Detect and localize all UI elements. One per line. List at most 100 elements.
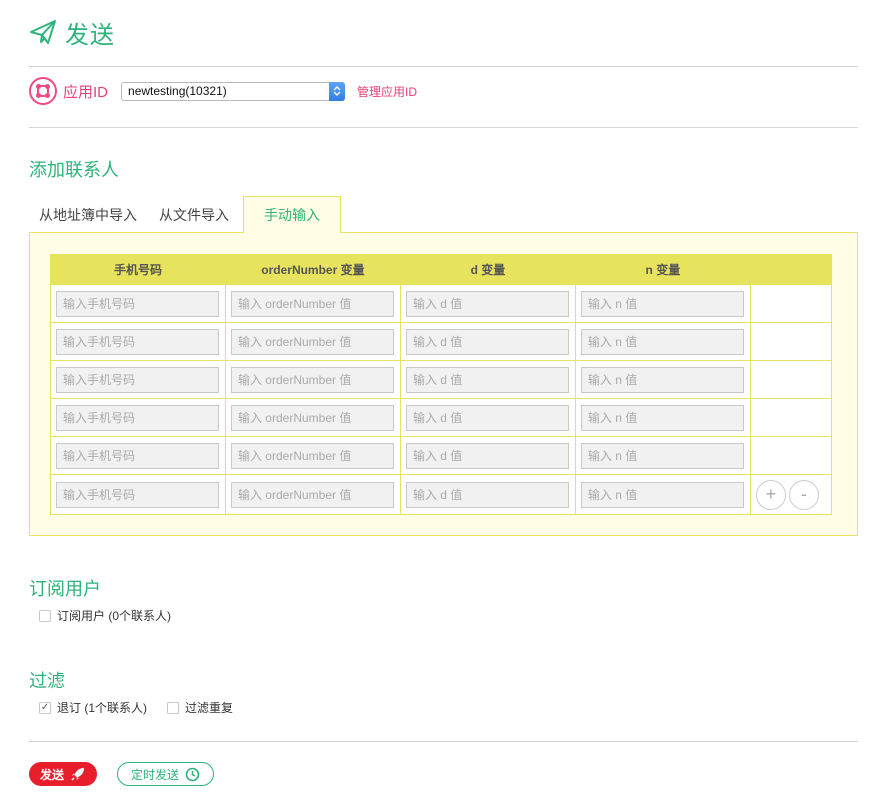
manage-app-id-link[interactable]: 管理应用ID [357, 83, 417, 100]
table-cell: 输入 d 值 [399, 474, 576, 515]
page-header: 发送 [29, 14, 115, 50]
remove-row-button[interactable]: - [788, 479, 819, 510]
phone-input[interactable]: 输入手机号码 [56, 366, 219, 393]
table-cell: 输入 orderNumber 值 [224, 436, 401, 475]
n-value-input[interactable]: 输入 n 值 [580, 442, 744, 469]
subscribers-checkbox[interactable] [39, 609, 51, 622]
app-id-select[interactable]: newtesting(10321) [121, 81, 346, 101]
unsubscribed-checkbox-label: 退订 (1个联系人) [57, 701, 148, 715]
table-cell: 输入 n 值 [574, 436, 751, 475]
phone-input[interactable]: 输入手机号码 [56, 328, 219, 355]
dedupe-checkbox-label: 过滤重复 [185, 701, 234, 715]
table-cell: 输入 n 值 [574, 360, 751, 399]
row-actions-cell [749, 360, 833, 399]
table-row: 输入手机号码 输入 orderNumber 值输入 d 值输入 n 值 [50, 436, 833, 475]
table-row: 输入手机号码 输入 orderNumber 值输入 d 值输入 n 值 [50, 360, 833, 399]
send-button-label: 发送 [39, 767, 64, 782]
rocket-icon [71, 768, 84, 781]
row-actions-cell [749, 436, 833, 475]
table-row: 输入手机号码 输入 orderNumber 值输入 d 值输入 n 值 [50, 398, 833, 437]
n-value-input[interactable]: 输入 n 值 [580, 290, 744, 317]
row-actions-cell: + - [749, 474, 833, 515]
table-cell: 输入手机号码 [50, 284, 226, 323]
row-actions-cell [749, 322, 833, 361]
table-row: 输入手机号码 输入 orderNumber 值输入 d 值输入 n 值 + - [50, 474, 833, 515]
column-header-d: d 变量 [399, 254, 576, 285]
d-value-input[interactable]: 输入 d 值 [405, 328, 569, 355]
ordernumber-input[interactable]: 输入 orderNumber 值 [230, 366, 394, 393]
divider [29, 741, 858, 742]
clock-icon [185, 767, 200, 781]
row-actions-cell [749, 398, 833, 437]
select-arrows-icon[interactable] [329, 81, 346, 101]
subscribers-option[interactable]: 订阅用户 (0个联系人) [39, 607, 171, 624]
table-header-row: 手机号码 orderNumber 变量 d 变量 n 变量 [50, 254, 833, 285]
schedule-send-label: 定时发送 [130, 767, 179, 782]
table-cell: 输入 n 值 [574, 398, 751, 437]
d-value-input[interactable]: 输入 d 值 [405, 442, 569, 469]
d-value-input[interactable]: 输入 d 值 [405, 404, 569, 431]
table-cell: 输入 d 值 [399, 436, 576, 475]
add-row-button[interactable]: + [755, 479, 786, 510]
tab-address-book[interactable]: 从地址簿中导入 [39, 196, 137, 233]
table-cell: 输入 n 值 [574, 322, 751, 361]
phone-input[interactable]: 输入手机号码 [56, 481, 219, 508]
table-row: 输入手机号码 输入 orderNumber 值输入 d 值输入 n 值 [50, 284, 833, 323]
table-cell: 输入 orderNumber 值 [224, 360, 401, 399]
d-value-input[interactable]: 输入 d 值 [405, 481, 569, 508]
table-cell: 输入 orderNumber 值 [224, 284, 401, 323]
dedupe-checkbox[interactable] [167, 701, 180, 714]
column-header-n: n 变量 [574, 254, 751, 285]
divider [29, 127, 858, 128]
contacts-table: 手机号码 orderNumber 变量 d 变量 n 变量 输入手机号码 输入 o… [50, 254, 833, 515]
ordernumber-input[interactable]: 输入 orderNumber 值 [230, 328, 394, 355]
ordernumber-input[interactable]: 输入 orderNumber 值 [230, 442, 394, 469]
table-cell: 输入手机号码 [50, 360, 226, 399]
import-tabs: 从地址簿中导入 从文件导入 手动输入 [29, 196, 341, 233]
ordernumber-input[interactable]: 输入 orderNumber 值 [230, 404, 394, 431]
filter-options: ✓ 退订 (1个联系人) 过滤重复 [39, 699, 233, 716]
table-row: 输入手机号码 输入 orderNumber 值输入 d 值输入 n 值 [50, 322, 833, 361]
table-cell: 输入 d 值 [399, 360, 576, 399]
table-cell: 输入 orderNumber 值 [224, 398, 401, 437]
filter-title: 过滤 [29, 671, 65, 691]
table-cell: 输入手机号码 [50, 436, 226, 475]
table-cell: 输入 n 值 [574, 474, 751, 515]
page-title: 发送 [65, 21, 115, 49]
tab-file-import[interactable]: 从文件导入 [159, 196, 229, 233]
table-cell: 输入手机号码 [50, 474, 226, 515]
column-header-phone: 手机号码 [50, 254, 226, 285]
n-value-input[interactable]: 输入 n 值 [580, 404, 744, 431]
n-value-input[interactable]: 输入 n 值 [580, 328, 744, 355]
ordernumber-input[interactable]: 输入 orderNumber 值 [230, 481, 394, 508]
send-button[interactable]: 发送 [29, 762, 97, 786]
d-value-input[interactable]: 输入 d 值 [405, 290, 569, 317]
phone-input[interactable]: 输入手机号码 [56, 442, 219, 469]
d-value-input[interactable]: 输入 d 值 [405, 366, 569, 393]
n-value-input[interactable]: 输入 n 值 [580, 481, 744, 508]
table-cell: 输入 orderNumber 值 [224, 474, 401, 515]
app-logo-icon [29, 77, 57, 105]
table-cell: 输入 d 值 [399, 322, 576, 361]
table-cell: 输入 orderNumber 值 [224, 322, 401, 361]
divider [29, 66, 858, 67]
ordernumber-input[interactable]: 输入 orderNumber 值 [230, 290, 394, 317]
column-header-ordernumber: orderNumber 变量 [224, 254, 401, 285]
add-contacts-title: 添加联系人 [29, 160, 119, 180]
column-header-actions [749, 254, 833, 285]
phone-input[interactable]: 输入手机号码 [56, 404, 219, 431]
subscribers-checkbox-label: 订阅用户 (0个联系人) [57, 609, 172, 623]
paper-plane-icon [30, 20, 56, 44]
n-value-input[interactable]: 输入 n 值 [580, 366, 744, 393]
table-cell: 输入 n 值 [574, 284, 751, 323]
table-cell: 输入手机号码 [50, 322, 226, 361]
phone-input[interactable]: 输入手机号码 [56, 290, 219, 317]
subscribers-title: 订阅用户 [29, 579, 101, 599]
table-cell: 输入手机号码 [50, 398, 226, 437]
app-id-selected-value: newtesting(10321) [128, 84, 227, 98]
table-cell: 输入 d 值 [399, 398, 576, 437]
tab-manual-input[interactable]: 手动输入 [243, 196, 341, 233]
unsubscribed-checkbox[interactable]: ✓ [39, 701, 51, 714]
schedule-send-button[interactable]: 定时发送 [117, 762, 214, 786]
row-actions-cell [749, 284, 833, 323]
